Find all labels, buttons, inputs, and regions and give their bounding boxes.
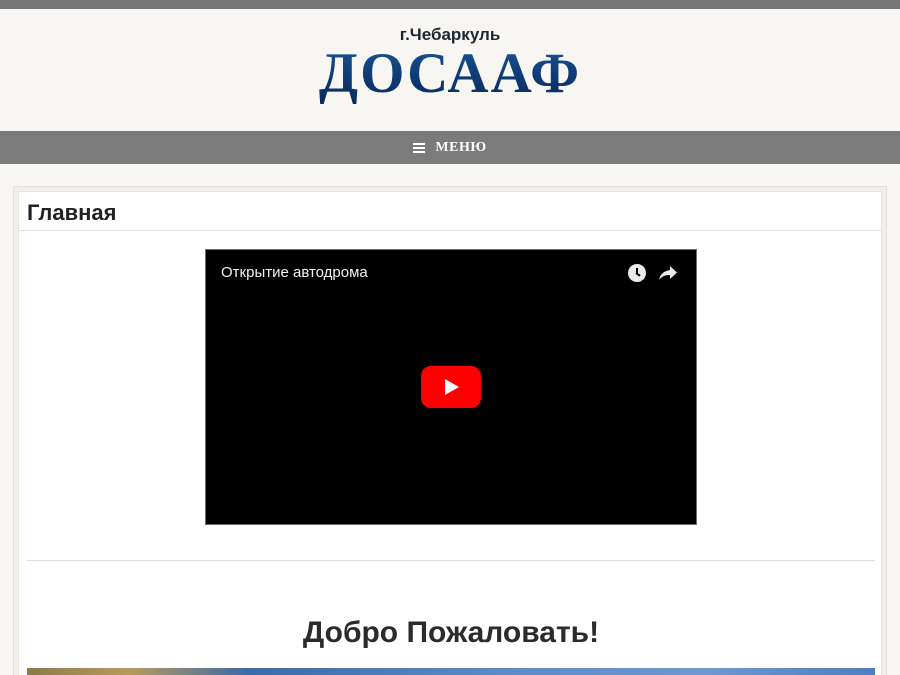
menu-toggle[interactable]: МЕНЮ bbox=[0, 131, 900, 164]
content-area: Главная Открытие автодрома Добро Пожалов… bbox=[18, 191, 882, 675]
site-logo[interactable]: ДОСААФ bbox=[0, 43, 900, 105]
video-title[interactable]: Открытие автодрома bbox=[221, 264, 368, 281]
section-divider bbox=[27, 560, 875, 561]
play-icon[interactable] bbox=[421, 366, 481, 408]
content-wrapper: Главная Открытие автодрома Добро Пожалов… bbox=[13, 186, 887, 675]
banner-image bbox=[27, 668, 875, 675]
page-title: Главная bbox=[27, 200, 117, 225]
hamburger-icon bbox=[413, 142, 426, 153]
share-icon[interactable] bbox=[658, 264, 678, 282]
menu-label: МЕНЮ bbox=[435, 139, 487, 155]
top-strip bbox=[0, 0, 900, 9]
clock-icon[interactable] bbox=[628, 264, 646, 282]
title-divider bbox=[19, 230, 881, 231]
video-player[interactable]: Открытие автодрома bbox=[205, 249, 697, 525]
welcome-heading: Добро Пожаловать! bbox=[302, 616, 600, 649]
site-header: г.Чебаркуль ДОСААФ bbox=[0, 9, 900, 131]
